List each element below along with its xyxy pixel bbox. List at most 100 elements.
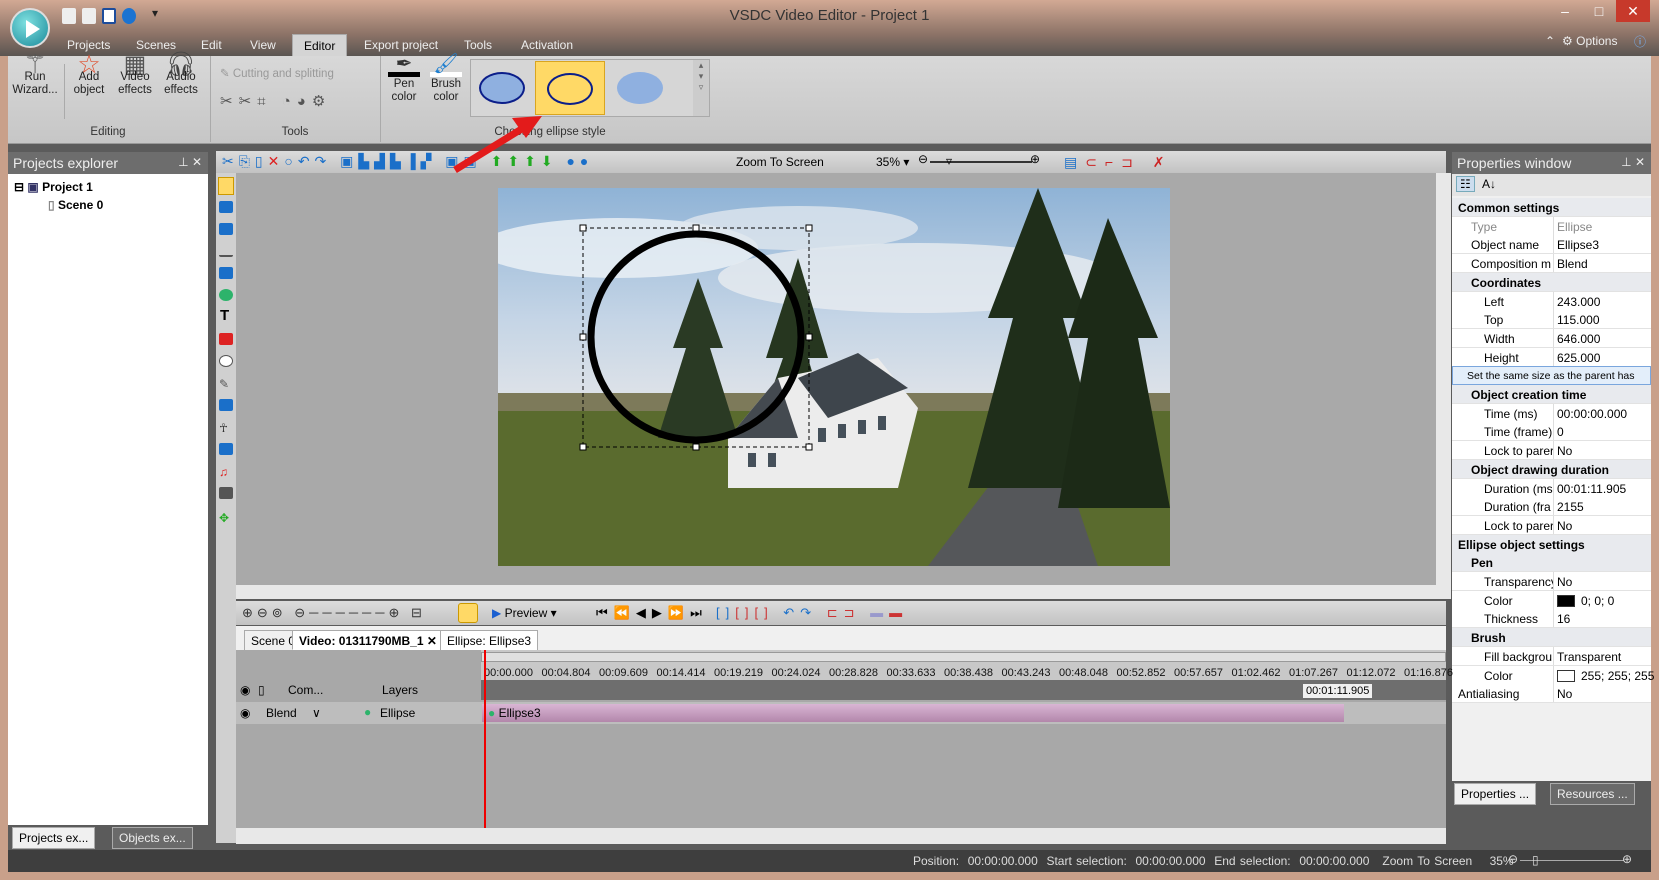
tab-resources[interactable]: Resources ... [1550,783,1635,805]
clock-icon[interactable] [458,603,478,623]
video-frame[interactable] [498,188,1170,566]
property-value[interactable]: 255; 255; 255 [1553,665,1654,684]
property-value[interactable]: No [1553,572,1572,590]
property-value[interactable]: Blend [1553,254,1588,273]
property-value[interactable]: 0 [1553,422,1564,441]
menu-editor[interactable]: Editor [292,34,348,56]
property-row[interactable]: Top 115.000 [1452,310,1651,330]
property-value[interactable]: 0; 0; 0 [1553,590,1614,609]
style-outline-selected[interactable] [535,61,605,115]
timeline-clip[interactable]: ● Ellipse3 [482,704,1344,722]
add-object-button[interactable]: ☆ Add object [66,51,112,97]
tab-projects-explorer[interactable]: Projects ex... [12,827,96,849]
style-outline-filled[interactable] [479,72,525,104]
tab-video[interactable]: Video: 01311790MB_1 ✕ [292,630,444,650]
property-row[interactable]: Type Ellipse [1452,216,1651,236]
property-value[interactable]: 243.000 [1553,291,1600,310]
property-value[interactable]: 115.000 [1553,310,1600,329]
property-section[interactable]: Pen [1452,553,1651,573]
subtitle-tool-icon[interactable] [219,333,233,345]
canvas-vertical-scrollbar[interactable] [1436,173,1451,585]
timeline-scrollbar[interactable] [236,828,1446,844]
film-tool-icon[interactable] [219,487,233,499]
tree-scene[interactable]: ▯ Scene 0 [48,198,103,212]
property-row[interactable]: Color 255; 255; 255 [1452,665,1654,685]
help-icon[interactable]: ⓘ [1634,33,1646,50]
property-value[interactable]: Transparent [1553,646,1621,665]
rectangle-tool-icon[interactable] [219,267,233,279]
property-section[interactable]: Ellipse object settings [1452,534,1651,554]
gallery-scroll[interactable]: ▴ ▾ ▿ [693,60,709,116]
callout-tool-icon[interactable] [219,355,233,367]
line-tool-icon[interactable] [219,245,233,257]
property-value[interactable]: Ellipse [1553,216,1592,235]
property-section[interactable]: Common settings [1452,198,1651,217]
property-row[interactable]: Width 646.000 [1452,328,1651,348]
tree-project[interactable]: ⊟ ▣ Project 1 [14,180,93,194]
view-tools-icons[interactable]: ▤⊂⌐⊐ ✗ [1064,154,1173,171]
close-tab-icon[interactable]: ✕ [427,634,437,648]
video-effects-button[interactable]: ▦ Video effects [112,53,158,97]
animation-tool-icon[interactable]: ☥ [219,421,233,435]
property-row[interactable]: Duration (fra 2155 [1452,497,1651,517]
property-value[interactable]: 00:00:00.000 [1553,403,1627,422]
edit-tools-icons[interactable]: ✂⎘▯✕○↶↷ ▣▙▟▙▐▞ ▣▣ ⬆⬆⬆⬇ ●● [222,153,593,170]
property-row[interactable]: Time (ms) 00:00:00.000 [1452,403,1651,423]
collapse-ribbon-icon[interactable]: ⌃ [1545,34,1555,48]
property-value[interactable]: No [1553,441,1572,460]
property-row[interactable]: Time (frame) 0 [1452,422,1651,442]
categorized-icon[interactable]: ☷ [1456,176,1475,192]
end-marker[interactable]: 00:01:11.905 [1303,684,1373,698]
property-row[interactable]: Antialiasing No [1452,684,1651,704]
property-value[interactable]: No [1553,684,1572,703]
tools-icons[interactable]: ✂✂⌗ ◔◕⚙ [220,92,331,110]
brush-color-button[interactable]: 🖌︎ Brush color [426,54,466,104]
chart-tool-icon[interactable] [219,399,233,411]
property-value[interactable]: No [1553,515,1572,534]
tab-properties[interactable]: Properties ... [1454,783,1537,805]
property-section[interactable]: Object creation time [1452,385,1651,404]
text-tool-icon[interactable]: T [220,307,229,324]
run-wizard-button[interactable]: ⚚ Run Wizard... [10,51,60,97]
property-row[interactable]: Lock to parer No [1452,515,1651,535]
maximize-button[interactable]: □ [1582,0,1616,22]
audio-effects-button[interactable]: 🎧︎ Audio effects [158,53,204,97]
image-tool-icon[interactable] [219,443,233,455]
timeline-edit-icons[interactable]: [][][] ↶↷ ⊏⊐ ▬▬ [716,605,908,621]
video-tool-icon[interactable] [219,223,233,235]
status-zoom-slider[interactable]: ⊖ ⊕ ▯ [1508,852,1638,868]
property-value[interactable]: 00:01:11.905 [1553,478,1626,497]
playback-controls[interactable]: ⏮⏪◀▶⏩⏭ [596,605,708,621]
property-section[interactable]: Coordinates [1452,272,1651,292]
style-filled[interactable] [617,72,663,104]
pointer-tool-icon[interactable] [218,177,234,195]
property-value[interactable]: Ellipse3 [1553,235,1599,254]
audio-tool-icon[interactable]: ♫ [219,465,233,479]
property-value[interactable]: 16 [1553,609,1570,628]
visibility-icon[interactable]: ◉ [240,706,250,720]
zoom-select[interactable]: 35% ▾ [876,155,909,169]
minimize-button[interactable]: – [1548,0,1582,22]
timeline-zoom-icons[interactable]: ⊕⊖⊚ ⊖──────⊕ ⊟ [242,605,426,621]
zoom-mode[interactable]: Zoom To Screen [736,155,824,169]
options-button[interactable]: ⚙ Options [1562,34,1617,48]
blend-select[interactable]: Blend [266,706,297,720]
property-row[interactable]: Left 243.000 [1452,291,1651,311]
ellipse-tool-icon[interactable] [219,289,233,301]
zoom-slider[interactable]: ⊖ ⊕ ▿ [918,152,1044,170]
blend-dropdown-icon[interactable]: ∨ [312,706,321,720]
property-value[interactable]: 625.000 [1553,347,1600,366]
menu-edit[interactable]: Edit [190,34,233,56]
menu-view[interactable]: View [239,34,287,56]
menu-tools[interactable]: Tools [453,34,503,56]
move-tool-icon[interactable]: ✥ [219,511,233,525]
property-row[interactable]: Transparency No [1452,572,1651,591]
tab-objects-explorer[interactable]: Objects ex... [112,827,193,849]
close-button[interactable]: ✕ [1616,0,1650,22]
playhead[interactable] [484,650,486,828]
property-row[interactable]: Object name Ellipse3 [1452,235,1651,255]
sort-az-icon[interactable]: A↓ [1482,177,1496,191]
menu-activation[interactable]: Activation [510,34,584,56]
timeline-ruler[interactable]: 00:00.000 00:04.804 00:09.609 00:14.414 00:1… [481,650,1453,700]
property-row[interactable]: Fill backgrou Transparent [1452,646,1651,666]
